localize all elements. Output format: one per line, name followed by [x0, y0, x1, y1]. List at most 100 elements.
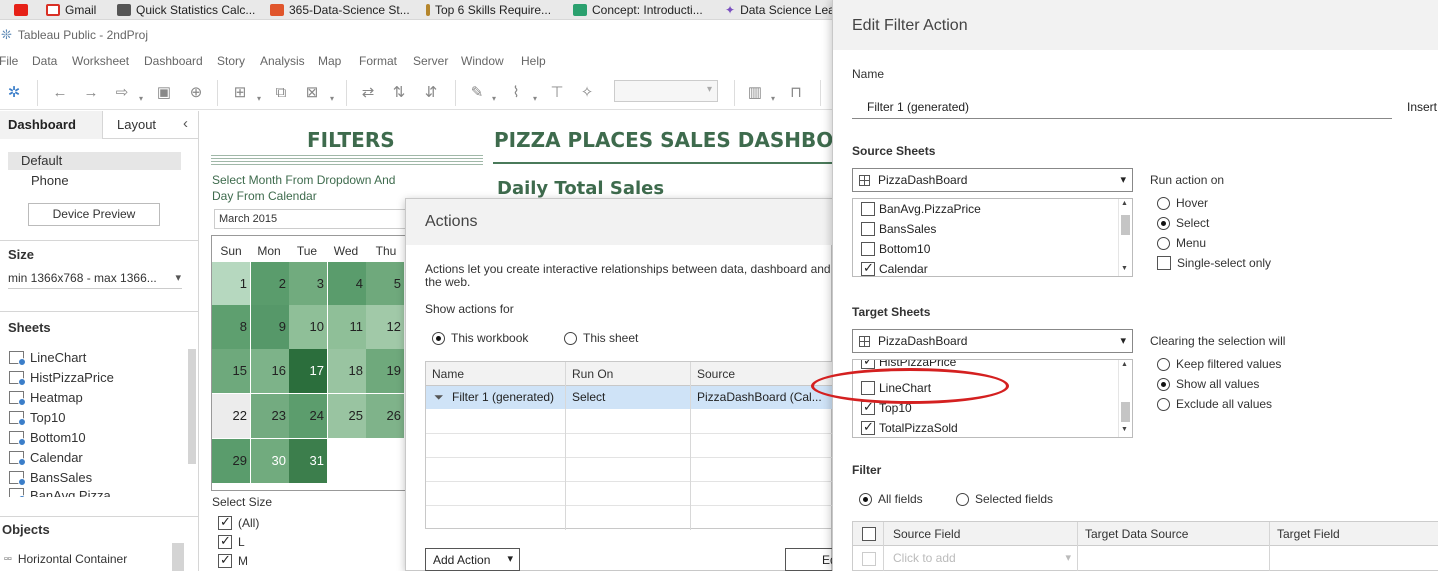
back-arrow-icon[interactable]: ←: [49, 82, 71, 104]
radio-button[interactable]: [1157, 377, 1170, 391]
save-icon[interactable]: ▣: [153, 82, 175, 104]
menu-format[interactable]: Format: [359, 54, 397, 68]
radio-button[interactable]: [1157, 357, 1170, 371]
scroll-down-icon[interactable]: ▼: [1121, 265, 1128, 272]
scrollbar-thumb[interactable]: [1121, 402, 1130, 422]
forward-arrow-icon[interactable]: →: [80, 82, 102, 104]
table-row[interactable]: ⏷ Filter 1 (generated) Select PizzaDashB…: [426, 386, 834, 409]
chevron-down-icon[interactable]: ▾: [330, 94, 334, 103]
calendar-day[interactable]: 16: [251, 349, 289, 393]
radio-button[interactable]: [432, 331, 445, 345]
size-dropdown[interactable]: min 1366x768 - max 1366...: [8, 271, 182, 289]
bookmark-quick-statistics[interactable]: Quick Statistics Calc...: [117, 2, 255, 18]
source-sheet-calendar[interactable]: Calendar: [861, 260, 928, 276]
menu-help[interactable]: Help: [521, 54, 546, 68]
device-default[interactable]: Default: [21, 153, 62, 168]
calendar-day[interactable]: 29: [212, 439, 250, 483]
checkbox[interactable]: [861, 242, 875, 256]
menu-data[interactable]: Data: [32, 54, 57, 68]
calendar-day[interactable]: 12: [366, 305, 404, 349]
checkbox[interactable]: [861, 202, 875, 216]
target-sheets-dropdown[interactable]: PizzaDashBoard: [852, 329, 1133, 353]
calendar-day[interactable]: 31: [289, 439, 327, 483]
run-on-select[interactable]: Select: [1157, 216, 1209, 230]
calendar-day[interactable]: 3: [289, 262, 327, 306]
chevron-down-icon[interactable]: ▾: [257, 94, 261, 103]
sheet-item-banavg-pizza[interactable]: BanAvg.Pizza...: [9, 488, 122, 497]
chevron-down-icon[interactable]: ▾: [533, 94, 537, 103]
sheet-item-bottom10[interactable]: Bottom10: [9, 428, 86, 446]
checkbox[interactable]: [218, 514, 232, 530]
insert-button[interactable]: Insert: [1407, 100, 1437, 114]
new-data-source-icon[interactable]: ⊕: [185, 82, 207, 104]
radio-button[interactable]: [1157, 397, 1170, 411]
checkbox[interactable]: [861, 419, 875, 435]
menu-file[interactable]: File: [0, 54, 18, 68]
sheet-item-heatmap[interactable]: Heatmap: [9, 388, 83, 406]
checkbox[interactable]: [861, 222, 875, 236]
column-target-field[interactable]: Target Field: [1277, 527, 1340, 541]
clearing-exclude-all[interactable]: Exclude all values: [1157, 397, 1272, 411]
checkbox[interactable]: [861, 360, 875, 369]
redo-icon[interactable]: ⇨: [111, 82, 133, 104]
checkbox[interactable]: [218, 552, 232, 568]
size-option-l[interactable]: L: [218, 533, 245, 549]
checkbox[interactable]: [218, 533, 232, 549]
tab-layout[interactable]: Layout: [117, 117, 156, 132]
radio-button[interactable]: [564, 331, 577, 345]
chevron-down-icon[interactable]: ▾: [492, 94, 496, 103]
bookmark-365-data-science[interactable]: 365-Data-Science St...: [270, 2, 410, 18]
source-list-scrollbar[interactable]: ▲ ▼: [1118, 199, 1131, 276]
show-me-icon[interactable]: ▥: [744, 82, 766, 104]
menu-story[interactable]: Story: [217, 54, 245, 68]
duplicate-sheet-icon[interactable]: ⧉: [270, 82, 292, 104]
paperclip-icon[interactable]: ⌇: [505, 82, 527, 104]
filter-selected-fields[interactable]: Selected fields: [956, 492, 1053, 506]
menu-window[interactable]: Window: [461, 54, 504, 68]
objects-scrollbar[interactable]: [172, 543, 184, 571]
radio-button[interactable]: [1157, 236, 1170, 250]
swap-icon[interactable]: ⇄: [357, 82, 379, 104]
checkbox[interactable]: [1157, 256, 1171, 270]
radio-button[interactable]: [859, 492, 872, 506]
scroll-up-icon[interactable]: ▲: [1121, 361, 1128, 368]
target-sheet-totalpizzasold[interactable]: TotalPizzaSold: [861, 419, 958, 435]
chevron-down-icon[interactable]: ▾: [139, 94, 143, 103]
menu-worksheet[interactable]: Worksheet: [72, 54, 129, 68]
sheets-scrollbar[interactable]: [188, 349, 196, 464]
bookmark-gmail[interactable]: Gmail: [46, 2, 96, 18]
scope-this-workbook[interactable]: This workbook: [432, 331, 528, 345]
presentation-icon[interactable]: ⊓: [785, 82, 807, 104]
radio-button[interactable]: [1157, 216, 1170, 230]
clearing-keep-filtered[interactable]: Keep filtered values: [1157, 357, 1281, 371]
menu-analysis[interactable]: Analysis: [260, 54, 305, 68]
calendar-day[interactable]: 22: [212, 394, 250, 438]
label-icon[interactable]: ⊤: [546, 82, 568, 104]
sheet-item-banssales[interactable]: BansSales: [9, 468, 92, 486]
source-sheet-bottom10[interactable]: Bottom10: [861, 242, 930, 256]
target-list-scrollbar[interactable]: ▲ ▼: [1118, 360, 1131, 437]
menu-map[interactable]: Map: [318, 54, 341, 68]
calendar-day[interactable]: 10: [289, 305, 327, 349]
size-option-m[interactable]: M: [218, 552, 248, 568]
month-dropdown[interactable]: March 2015: [214, 209, 410, 229]
column-target-data-source[interactable]: Target Data Source: [1085, 527, 1188, 541]
tableau-home-icon[interactable]: ✲: [3, 82, 25, 104]
calendar-day[interactable]: 2: [251, 262, 289, 306]
checkbox[interactable]: [861, 399, 875, 415]
fit-dropdown[interactable]: [614, 80, 718, 102]
calendar-day[interactable]: 4: [328, 262, 366, 306]
bookmark-data-science[interactable]: ✦ Data Science Lea: [725, 2, 835, 18]
calendar-day[interactable]: 11: [328, 305, 366, 349]
device-phone[interactable]: Phone: [31, 173, 69, 188]
sort-ascending-icon[interactable]: ⇅: [388, 82, 410, 104]
calendar-day[interactable]: 5: [366, 262, 404, 306]
calendar-day[interactable]: 18: [328, 349, 366, 393]
select-all-checkbox[interactable]: [862, 527, 876, 541]
calendar-day[interactable]: 1: [212, 262, 250, 306]
source-sheet-banssales[interactable]: BansSales: [861, 222, 936, 236]
sheet-item-top10[interactable]: Top10: [9, 408, 65, 426]
clear-sheet-icon[interactable]: ⊠: [301, 82, 323, 104]
bookmark-youtube[interactable]: [14, 2, 28, 18]
size-option-all[interactable]: (All): [218, 514, 259, 530]
